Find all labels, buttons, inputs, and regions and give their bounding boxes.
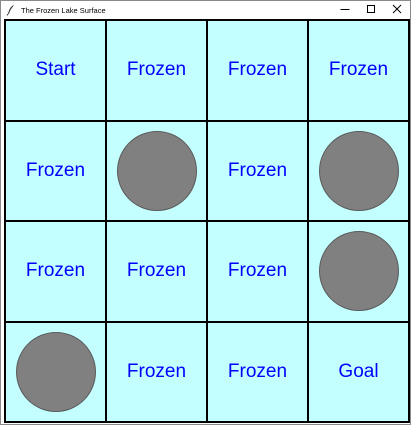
grid-cell	[309, 222, 410, 323]
close-icon	[392, 1, 402, 19]
close-button[interactable]	[384, 1, 410, 19]
minimize-button[interactable]	[332, 1, 358, 19]
grid-cell: Frozen	[208, 322, 309, 423]
window-title: The Frozen Lake Surface	[21, 5, 106, 15]
cell-label-frozen: Frozen	[227, 59, 288, 81]
maximize-button[interactable]	[358, 1, 384, 19]
grid-cell: Frozen	[208, 21, 309, 122]
window-controls	[332, 1, 410, 19]
grid-cell	[6, 322, 107, 423]
lake-grid: Start Frozen Frozen Frozen Frozen Frozen…	[4, 19, 410, 423]
grid-cell	[107, 121, 208, 222]
cell-label-start: Start	[35, 59, 76, 81]
cell-label-frozen: Frozen	[25, 159, 86, 181]
hole-circle	[318, 130, 399, 211]
cell-label-frozen: Frozen	[126, 59, 187, 81]
grid-cell: Start	[6, 21, 107, 122]
cell-label-frozen: Frozen	[227, 360, 288, 382]
minimize-icon	[340, 1, 350, 19]
cell-label-frozen: Frozen	[227, 159, 288, 181]
cell-label-goal: Goal	[338, 360, 379, 382]
cell-label-frozen: Frozen	[328, 59, 389, 81]
grid-cell: Goal	[309, 322, 410, 423]
cell-label-frozen: Frozen	[25, 260, 86, 282]
grid-cell: Frozen	[309, 21, 410, 122]
grid-cell: Frozen	[107, 222, 208, 323]
cell-label-frozen: Frozen	[126, 360, 187, 382]
hole-circle	[116, 130, 197, 211]
title-bar[interactable]: The Frozen Lake Surface	[1, 1, 410, 19]
grid-cell: Frozen	[107, 322, 208, 423]
grid-cell: Frozen	[208, 121, 309, 222]
grid-cell: Frozen	[6, 121, 107, 222]
cell-label-frozen: Frozen	[126, 260, 187, 282]
grid-cell: Frozen	[208, 222, 309, 323]
grid-cell: Frozen	[6, 222, 107, 323]
hole-circle	[15, 331, 96, 412]
hole-circle	[318, 231, 399, 312]
cell-label-frozen: Frozen	[227, 260, 288, 282]
feather-icon	[5, 4, 17, 16]
grid-cell	[309, 121, 410, 222]
grid-cell: Frozen	[107, 21, 208, 122]
app-window: The Frozen Lake Surface Start Frozen Fro…	[0, 0, 411, 425]
maximize-icon	[366, 1, 376, 19]
